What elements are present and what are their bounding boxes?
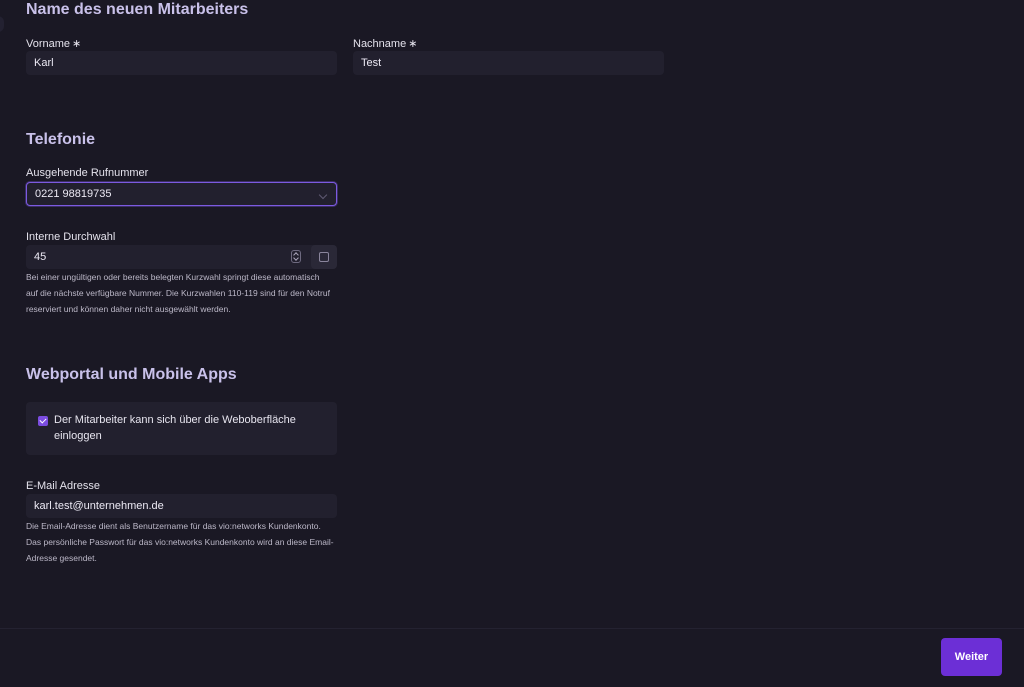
extension-input[interactable]: 45 <box>34 251 46 263</box>
first-name-label: Vorname ∗ <box>26 37 81 50</box>
number-stepper-icon[interactable] <box>291 250 301 263</box>
footer-divider <box>0 628 1024 629</box>
new-employee-form-page: Name des neuen Mitarbeiters Vorname ∗ Kar… <box>0 0 1024 687</box>
last-name-input[interactable]: Test <box>353 51 664 75</box>
chevron-down-icon <box>318 190 328 200</box>
web-login-label[interactable]: Der Mitarbeiter kann sich über die Webob… <box>54 412 324 444</box>
first-name-label-text: Vorname <box>26 38 71 50</box>
next-button[interactable]: Weiter <box>941 638 1002 676</box>
outgoing-number-label: Ausgehende Rufnummer <box>26 167 149 179</box>
extension-addon[interactable] <box>311 245 337 269</box>
outgoing-number-select[interactable]: 0221 98819735 <box>26 182 337 206</box>
required-mark: ∗ <box>408 38 418 50</box>
section-title-webportal: Webportal und Mobile Apps <box>26 366 237 383</box>
extension-field: 45 <box>26 245 337 269</box>
extension-label: Interne Durchwahl <box>26 231 116 243</box>
web-login-checkbox[interactable] <box>38 416 48 426</box>
section-title-telephony: Telefonie <box>26 131 96 148</box>
section-title-name: Name des neuen Mitarbeiters <box>26 1 249 18</box>
first-name-input[interactable]: Karl <box>26 51 337 75</box>
extension-help-text: Bei einer ungültigen oder bereits belegt… <box>26 272 330 314</box>
required-mark: ∗ <box>72 38 82 50</box>
outgoing-number-value: 0221 98819735 <box>35 188 112 200</box>
email-input[interactable]: karl.test@unternehmen.de <box>26 494 337 518</box>
last-name-label-text: Nachname <box>353 38 407 50</box>
web-login-option[interactable]: Der Mitarbeiter kann sich über die Webob… <box>26 402 337 455</box>
sidebar-edge-handle <box>0 16 4 32</box>
checkbox-icon <box>319 252 329 262</box>
last-name-label: Nachname ∗ <box>353 37 417 50</box>
email-help-text: Die Email-Adresse dient als Benutzername… <box>26 521 334 563</box>
email-label: E-Mail Adresse <box>26 480 100 492</box>
